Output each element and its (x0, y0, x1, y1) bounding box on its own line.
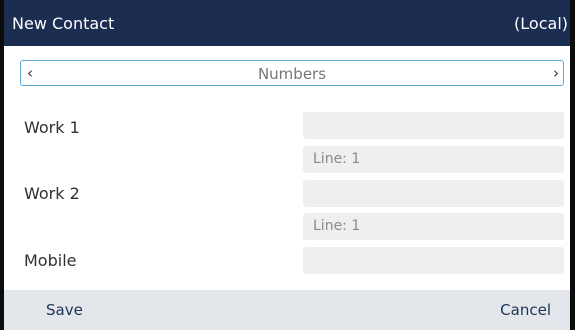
section-selector-label: Numbers (257, 65, 327, 83)
work1-line-select[interactable]: Line: 1 (303, 146, 564, 173)
work2-label: Work 2 (24, 184, 80, 203)
title-bar: New Contact (Local) (4, 0, 570, 46)
section-selector[interactable]: ‹ Numbers › (20, 60, 564, 86)
work1-label: Work 1 (24, 118, 80, 137)
mobile-label: Mobile (24, 251, 77, 270)
save-button[interactable]: Save (46, 301, 83, 319)
page-title: New Contact (12, 14, 115, 33)
work1-number-field[interactable] (303, 112, 564, 139)
phone-screen: New Contact (Local) ‹ Numbers › Work 1 L… (0, 0, 575, 330)
chevron-right-icon[interactable]: › (553, 64, 559, 82)
work2-number-field[interactable] (303, 180, 564, 207)
cancel-button[interactable]: Cancel (500, 301, 551, 319)
work1-line-value: Line: 1 (313, 151, 361, 167)
directory-scope-label: (Local) (514, 14, 568, 33)
softkey-bar: Save Cancel (4, 290, 570, 330)
work2-line-select[interactable]: Line: 1 (303, 213, 564, 240)
work2-line-value: Line: 1 (313, 218, 361, 234)
mobile-number-field[interactable] (303, 247, 564, 274)
